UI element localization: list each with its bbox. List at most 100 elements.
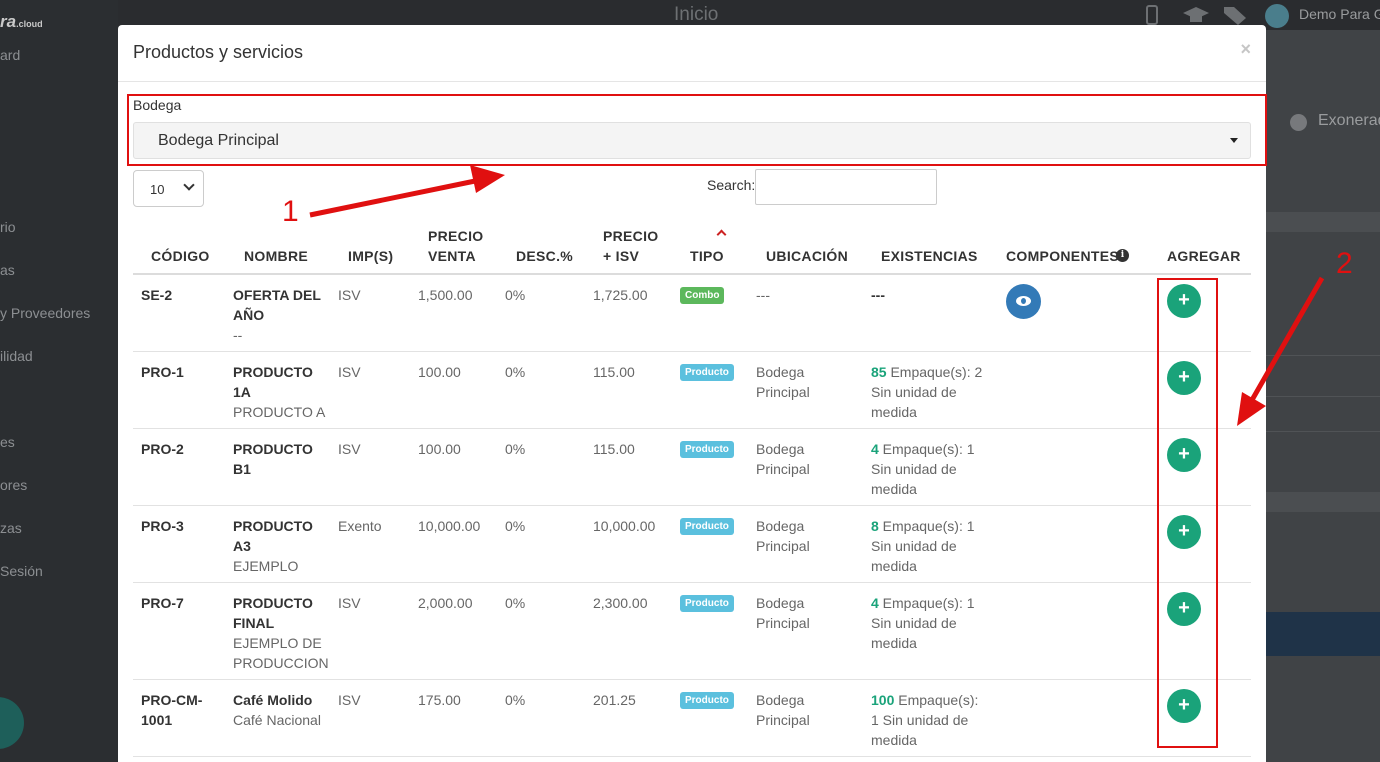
header-codigo[interactable]: CÓDIGO — [151, 246, 210, 266]
eye-pupil — [1021, 298, 1026, 304]
product-name: OFERTA DEL AÑO — [233, 287, 321, 323]
product-description: -- — [233, 327, 243, 343]
product-description: EJEMPLO DE PRODUCCION — [233, 635, 329, 671]
sidebar-item-dashboard[interactable]: ard — [0, 47, 20, 63]
product-code: PRO-3 — [141, 518, 184, 534]
product-discount: 0% — [505, 518, 526, 534]
product-code: SE-2 — [141, 287, 173, 303]
sidebar-item-cerrar-sesion[interactable]: Sesión — [0, 563, 43, 579]
chevron-down-icon — [183, 179, 195, 191]
product-name: PRODUCTO 1A — [233, 364, 313, 400]
product-description: PRODUCTO A — [233, 404, 326, 420]
close-icon[interactable]: × — [1240, 39, 1251, 60]
background-band — [1266, 492, 1380, 512]
product-price-isv: 1,725.00 — [593, 287, 648, 303]
product-tax: Exento — [338, 518, 382, 534]
header-desc[interactable]: DESC.% — [516, 246, 573, 266]
type-badge: Producto — [680, 595, 734, 612]
product-name-cell: PRODUCTO 1A PRODUCTO A — [233, 362, 328, 422]
header-componentes[interactable]: COMPONENTES — [1006, 246, 1119, 266]
product-price: 100.00 — [418, 364, 461, 380]
product-tax: ISV — [338, 692, 361, 708]
header-precio-isv-1[interactable]: PRECIO — [603, 226, 658, 246]
product-code: PRO-1 — [141, 364, 184, 380]
annotation-box-agregar — [1157, 278, 1218, 748]
product-discount: 0% — [505, 441, 526, 457]
product-price-isv: 115.00 — [593, 441, 635, 457]
modal-title: Productos y servicios — [133, 42, 304, 62]
view-components-button[interactable] — [1006, 284, 1041, 319]
header-tipo[interactable]: TIPO — [690, 246, 724, 266]
header-imp[interactable]: IMP(S) — [348, 246, 393, 266]
sort-asc-icon[interactable] — [716, 229, 727, 240]
product-location: Bodega Principal — [756, 518, 810, 554]
header-existencias[interactable]: EXISTENCIAS — [881, 246, 978, 266]
product-name-cell: PRODUCTO A3 EJEMPLO — [233, 516, 328, 576]
background-band — [1266, 212, 1380, 232]
background-divider — [1266, 396, 1380, 397]
mobile-icon[interactable] — [1142, 5, 1162, 25]
type-badge: Producto — [680, 441, 734, 458]
product-price: 175.00 — [418, 692, 461, 708]
product-name: Café Molido — [233, 692, 313, 708]
avatar[interactable] — [1265, 4, 1289, 28]
product-price-isv: 201.25 — [593, 692, 636, 708]
background-footer-bar — [1266, 612, 1380, 656]
type-badge: Producto — [680, 692, 734, 709]
info-icon[interactable]: i — [1116, 249, 1129, 262]
type-badge: Combo — [680, 287, 725, 304]
modal-header: Productos y servicios × — [118, 25, 1266, 82]
annotation-label-2: 2 — [1336, 247, 1353, 280]
product-name-cell: Café Molido Café Nacional — [233, 690, 328, 730]
product-code: PRO-2 — [141, 441, 184, 457]
annotation-label-1: 1 — [282, 195, 299, 228]
sidebar-item-usuarios[interactable]: ores — [0, 477, 27, 493]
tags-icon[interactable] — [1222, 5, 1250, 25]
product-location: --- — [756, 287, 770, 303]
table-row: PRO-1 PRODUCTO 1A PRODUCTO A ISV 100.00 0… — [133, 352, 1251, 429]
background-divider — [1266, 355, 1380, 356]
product-code: PRO-7 — [141, 595, 184, 611]
sidebar-item-ventas[interactable]: as — [0, 262, 15, 278]
user-name[interactable]: Demo Para G — [1299, 6, 1380, 22]
product-name-cell: PRODUCTO B1 — [233, 439, 328, 479]
search-input[interactable] — [755, 169, 937, 205]
product-code: PRO-CM-1001 — [141, 692, 203, 728]
header-precio-venta-1[interactable]: PRECIO — [428, 226, 483, 246]
chat-bubble-icon[interactable] — [0, 697, 24, 749]
product-stock: 8 Empaque(s): 1 Sin unidad de medida — [871, 518, 975, 574]
product-description: EJEMPLO — [233, 558, 299, 574]
header-nombre[interactable]: NOMBRE — [244, 246, 308, 266]
product-price-isv: 115.00 — [593, 364, 635, 380]
graduation-cap-icon[interactable] — [1182, 5, 1210, 25]
product-tax: ISV — [338, 364, 361, 380]
type-badge: Producto — [680, 518, 734, 535]
product-name: PRODUCTO B1 — [233, 441, 313, 477]
app-logo: ra.cloud — [0, 12, 43, 31]
header-precio-venta-2[interactable]: VENTA — [428, 246, 476, 266]
product-stock: 85 Empaque(s): 2 Sin unidad de medida — [871, 364, 983, 420]
sidebar-item-inventario[interactable]: rio — [0, 219, 16, 235]
sidebar-item-reportes[interactable]: es — [0, 434, 15, 450]
product-location: Bodega Principal — [756, 364, 810, 400]
app-sidebar: ra.cloud ard rio as y Proveedores ilidad… — [0, 0, 118, 762]
sidebar-item-proveedores[interactable]: y Proveedores — [0, 305, 90, 321]
product-discount: 0% — [505, 287, 526, 303]
annotation-box-bodega — [127, 94, 1267, 166]
exonerado-radio[interactable] — [1290, 114, 1307, 131]
header-precio-isv-2[interactable]: + ISV — [603, 246, 639, 266]
product-stock: 4 Empaque(s): 1 Sin unidad de medida — [871, 595, 975, 651]
sidebar-item-finanzas[interactable]: zas — [0, 520, 22, 536]
product-name-cell: PRODUCTO FINAL EJEMPLO DE PRODUCCION — [233, 593, 329, 673]
table-row: SE-2 OFERTA DEL AÑO -- ISV 1,500.00 0% 1,… — [133, 275, 1251, 352]
product-price: 2,000.00 — [418, 595, 473, 611]
sidebar-item-contabilidad[interactable]: ilidad — [0, 348, 33, 364]
product-tax: ISV — [338, 287, 361, 303]
product-price-isv: 2,300.00 — [593, 595, 648, 611]
product-name: PRODUCTO FINAL — [233, 595, 313, 631]
table-row: PRO-3 PRODUCTO A3 EJEMPLO Exento 10,000.0… — [133, 506, 1251, 583]
header-ubicacion[interactable]: UBICACIÓN — [766, 246, 848, 266]
product-price: 1,500.00 — [418, 287, 473, 303]
product-tax: ISV — [338, 441, 361, 457]
page-length-select[interactable]: 10 — [133, 170, 204, 207]
